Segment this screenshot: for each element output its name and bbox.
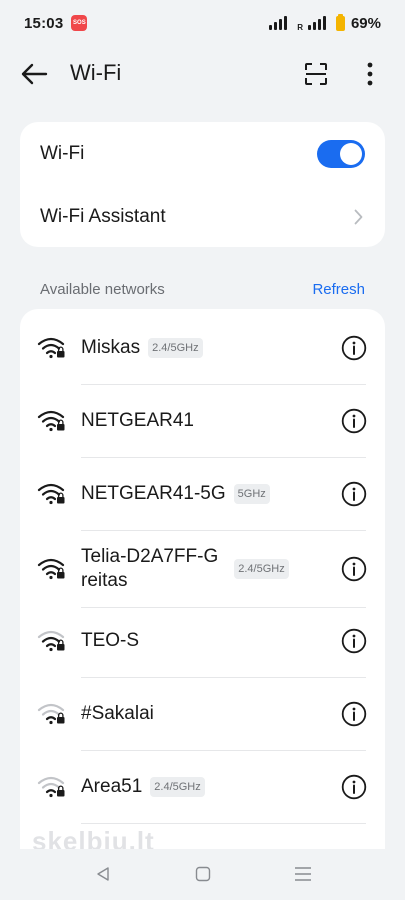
- divider: [81, 823, 366, 824]
- available-networks-header: Available networks Refresh: [40, 278, 365, 300]
- status-indicators: R 69%: [269, 13, 381, 32]
- app-bar: Wi-Fi: [0, 46, 405, 102]
- page-title: Wi-Fi: [70, 60, 122, 85]
- info-icon[interactable]: [341, 556, 367, 582]
- nav-recents-lines-icon: [295, 867, 311, 881]
- network-name: NETGEAR41: [81, 410, 194, 431]
- network-row[interactable]: NETGEAR41-5G 5GHz: [20, 460, 385, 528]
- network-name-block: NETGEAR41-5G: [81, 482, 226, 506]
- network-name: Telia-D2A7FF-G: [81, 546, 219, 567]
- network-name-block: #Sakalai: [81, 702, 154, 726]
- divider: [81, 677, 366, 678]
- scan-qr-button[interactable]: [302, 60, 330, 88]
- band-badge: 2.4/5GHz: [234, 559, 289, 579]
- network-name-block: Telia-D2A7FF-G reitas: [81, 545, 218, 593]
- nav-back-button[interactable]: [90, 861, 116, 887]
- network-name: TEO-S: [81, 630, 140, 651]
- chevron-right-icon: [351, 207, 365, 227]
- networks-list: Miskas 2.4/5GHz NETGEAR41 NETGEAR41-5G 5GHz T…: [20, 309, 385, 849]
- wifi-locked-icon: [37, 775, 67, 799]
- more-vertical-icon: [367, 62, 373, 86]
- signal-strength-icon-2: [307, 16, 326, 30]
- band-badge: 5GHz: [233, 484, 270, 504]
- network-name: #Sakalai: [81, 703, 154, 724]
- network-row[interactable]: TEO-S: [20, 607, 385, 675]
- info-icon[interactable]: [341, 628, 367, 654]
- nav-home-button[interactable]: [190, 861, 216, 887]
- refresh-button[interactable]: Refresh: [312, 281, 365, 298]
- network-row[interactable]: Miskas 2.4/5GHz: [20, 314, 385, 382]
- wifi-locked-icon: [37, 482, 67, 506]
- status-bar: 15:03 SOS R 69%: [0, 0, 405, 46]
- network-text: Miskas 2.4/5GHz: [81, 336, 203, 360]
- network-name-block: NETGEAR41: [81, 409, 194, 433]
- network-name-line2: reitas: [81, 570, 128, 591]
- network-text: NETGEAR41-5G 5GHz: [81, 482, 270, 506]
- network-name-block: TEO-S: [81, 629, 139, 653]
- network-text: Area51 2.4/5GHz: [81, 775, 205, 799]
- network-row[interactable]: Telia-D2A7FF-G reitas 2.4/5GHz: [20, 533, 385, 605]
- wifi-assistant-row[interactable]: Wi-Fi Assistant: [20, 186, 385, 247]
- toggle-knob: [340, 143, 362, 165]
- network-row[interactable]: #Sakalai: [20, 680, 385, 748]
- network-name: NETGEAR41-5G: [81, 483, 226, 504]
- network-text: #Sakalai: [81, 702, 154, 726]
- divider: [81, 750, 366, 751]
- info-icon[interactable]: [341, 701, 367, 727]
- network-row[interactable]: NETGEAR41: [20, 387, 385, 455]
- network-row[interactable]: Area51 2.4/5GHz: [20, 753, 385, 821]
- network-text: TEO-S: [81, 629, 139, 653]
- scan-frame-icon: [305, 63, 327, 85]
- sos-badge: SOS: [71, 15, 88, 31]
- wifi-locked-icon: [37, 629, 67, 653]
- info-icon[interactable]: [341, 408, 367, 434]
- roaming-indicator: R: [297, 22, 303, 32]
- info-icon[interactable]: [341, 481, 367, 507]
- wifi-locked-icon: [37, 409, 67, 433]
- wifi-toggle-row[interactable]: Wi-Fi: [20, 122, 385, 186]
- network-text: Telia-D2A7FF-G reitas 2.4/5GHz: [81, 545, 289, 593]
- network-name: Miskas: [81, 337, 141, 358]
- wifi-assistant-label: Wi-Fi Assistant: [40, 205, 166, 227]
- wifi-locked-icon: [37, 557, 67, 581]
- network-name-block: Area51: [81, 775, 142, 799]
- wifi-settings-screen: 15:03 SOS R 69% Wi-Fi Wi-Fi Wi-Fi Assist…: [0, 0, 405, 900]
- arrow-left-icon: [21, 63, 48, 85]
- network-name-block: Miskas: [81, 336, 140, 360]
- network-name: Area51: [81, 776, 143, 797]
- wifi-label: Wi-Fi: [40, 143, 85, 164]
- info-icon[interactable]: [341, 774, 367, 800]
- divider: [81, 384, 366, 385]
- wifi-locked-icon: [37, 702, 67, 726]
- nav-home-square-icon: [195, 866, 211, 882]
- wifi-settings-card: Wi-Fi Wi-Fi Assistant: [20, 122, 385, 247]
- status-time: 15:03: [24, 14, 64, 32]
- more-options-button[interactable]: [356, 58, 384, 90]
- battery-icon: [335, 13, 345, 31]
- nav-recents-button[interactable]: [290, 861, 316, 887]
- info-icon[interactable]: [341, 335, 367, 361]
- divider: [81, 457, 366, 458]
- back-button[interactable]: [18, 60, 50, 88]
- nav-back-triangle-icon: [97, 867, 109, 881]
- divider: [81, 530, 366, 531]
- band-badge: 2.4/5GHz: [148, 338, 203, 358]
- wifi-toggle-switch[interactable]: [317, 140, 365, 168]
- signal-strength-icon: [269, 16, 288, 30]
- wifi-locked-icon: [37, 336, 67, 360]
- section-title: Available networks: [40, 280, 165, 298]
- band-badge: 2.4/5GHz: [150, 777, 205, 797]
- network-text: NETGEAR41: [81, 409, 194, 433]
- system-nav-bar: [0, 849, 405, 900]
- battery-percent: 69%: [350, 14, 381, 32]
